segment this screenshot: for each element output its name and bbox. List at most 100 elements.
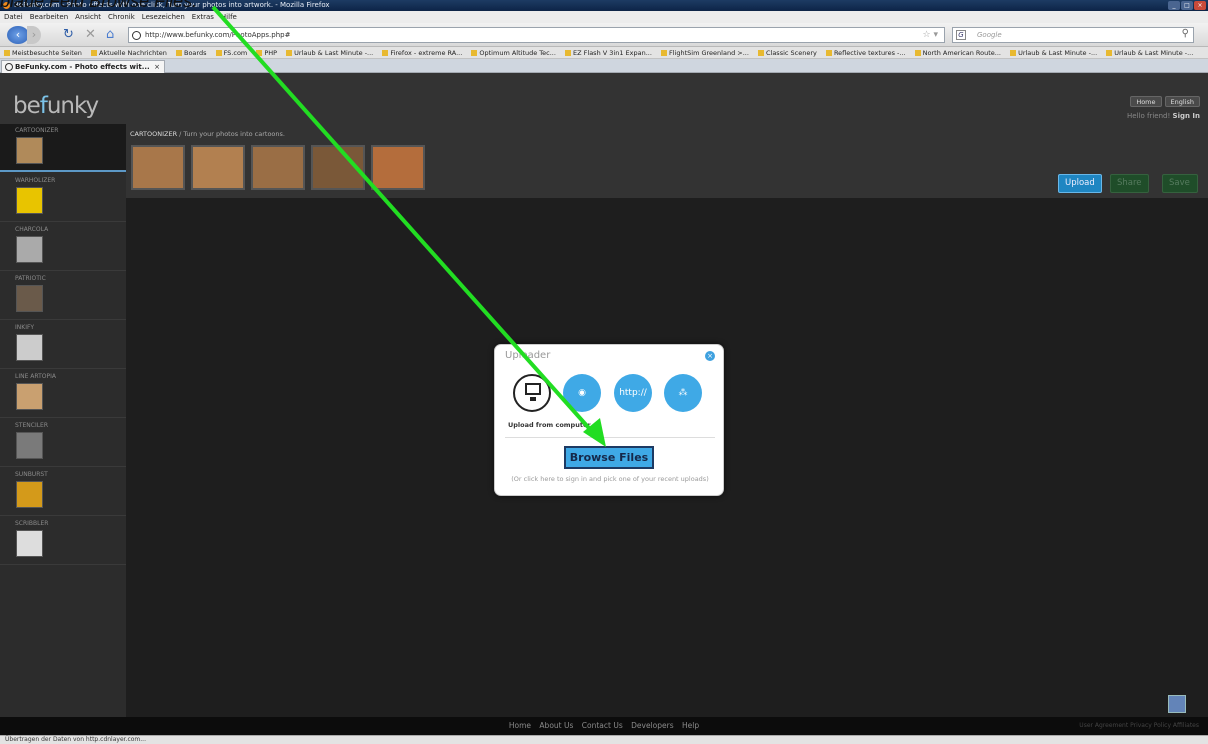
bookmark-item[interactable]: Optimum Altitude Tec... bbox=[471, 49, 556, 57]
url-bar[interactable]: http://www.befunky.com/PhotoApps.php# ☆ … bbox=[128, 27, 945, 43]
search-input[interactable]: G Google ⚲ bbox=[952, 27, 1194, 43]
menu-hilfe[interactable]: Hilfe bbox=[221, 11, 237, 23]
bookmark-item[interactable]: Aktuelle Nachrichten bbox=[90, 49, 167, 57]
bookmark-item[interactable]: Classic Scenery bbox=[757, 49, 817, 57]
menu-bearbeiten[interactable]: Bearbeiten bbox=[30, 11, 68, 23]
upload-from-computer-button[interactable] bbox=[513, 374, 551, 412]
sign-in-link[interactable]: Sign In bbox=[1173, 112, 1200, 120]
uploader-dialog: Uploader × ◉ http:// ⁂ Upload from compu… bbox=[494, 344, 724, 496]
menu-ansicht[interactable]: Ansicht bbox=[75, 11, 101, 23]
computer-icon bbox=[525, 383, 541, 401]
tab-close-icon[interactable]: × bbox=[154, 61, 160, 73]
dog-thumbnail bbox=[16, 530, 43, 557]
menu-lesezeichen[interactable]: Lesezeichen bbox=[142, 11, 185, 23]
bookmark-item[interactable]: EZ Flash V 3in1 Expan... bbox=[565, 49, 652, 57]
preset-thumbnail[interactable] bbox=[191, 145, 245, 190]
effect-stenciler[interactable]: STENCILER bbox=[0, 419, 126, 467]
webcam-button[interactable]: ◉ bbox=[563, 374, 601, 412]
bookmark-item[interactable]: Meistbesuchte Seiten bbox=[4, 49, 82, 57]
preset-thumbnail[interactable] bbox=[131, 145, 185, 190]
language-select[interactable]: English bbox=[1164, 96, 1200, 107]
forward-button[interactable]: › bbox=[27, 26, 41, 44]
menu-chronik[interactable]: Chronik bbox=[108, 11, 135, 23]
sign-in-hint-link[interactable]: (Or click here to sign in and pick one o… bbox=[495, 475, 725, 483]
header-controls: Home English bbox=[1130, 96, 1200, 107]
close-icon[interactable]: × bbox=[1194, 1, 1206, 10]
minimize-icon[interactable]: _ bbox=[1168, 1, 1180, 10]
effect-patriotic[interactable]: PATRIOTIC bbox=[0, 272, 126, 320]
effect-sunburst[interactable]: SUNBURST bbox=[0, 468, 126, 516]
webcam-icon: ◉ bbox=[578, 388, 586, 398]
bookmark-item[interactable]: Firefox - extreme RA... bbox=[382, 49, 462, 57]
search-icon[interactable]: ⚲ bbox=[1182, 27, 1189, 41]
bookmark-item[interactable]: FS.com bbox=[215, 49, 247, 57]
preset-thumbnail[interactable] bbox=[251, 145, 305, 190]
bookmark-item[interactable]: PHP bbox=[256, 49, 277, 57]
upload-button[interactable]: Upload bbox=[1058, 174, 1102, 193]
feedback-icon[interactable] bbox=[1168, 695, 1186, 713]
dog-thumbnail bbox=[16, 432, 43, 459]
home-button[interactable]: Home bbox=[1130, 96, 1162, 107]
search-placeholder: Google bbox=[977, 31, 1002, 39]
greeting: Hello friend! Sign In bbox=[1127, 112, 1200, 120]
back-button[interactable]: ‹ bbox=[7, 26, 29, 44]
dog-thumbnail bbox=[16, 285, 43, 312]
effect-presets-row: CARTOONIZER / Turn your photos into cart… bbox=[126, 124, 1208, 198]
effect-line-artopia[interactable]: LINE ARTOPIA bbox=[0, 370, 126, 418]
stop-icon[interactable]: ✕ bbox=[85, 27, 96, 43]
dog-thumbnail bbox=[16, 334, 43, 361]
menu-extras[interactable]: Extras bbox=[192, 11, 214, 23]
reload-icon[interactable]: ↻ bbox=[63, 27, 74, 43]
network-icon: ⁂ bbox=[678, 388, 688, 398]
menu-datei[interactable]: Datei bbox=[4, 11, 23, 23]
footer-legal-links[interactable]: User Agreement Privacy Policy Affiliates bbox=[1079, 717, 1199, 735]
share-button[interactable]: Share bbox=[1110, 174, 1149, 193]
footer-developers-link[interactable]: Developers bbox=[631, 721, 673, 730]
effect-label: CHARCOLA bbox=[15, 226, 49, 233]
bookmark-star-icon[interactable]: ☆ ▾ bbox=[923, 28, 938, 42]
dog-thumbnail bbox=[16, 236, 43, 263]
close-icon[interactable]: × bbox=[705, 351, 715, 361]
effects-sidebar: CARTOONIZER WARHOLIZER CHARCOLA PATRIOTI… bbox=[0, 124, 126, 717]
url-text: http://www.befunky.com/PhotoApps.php# bbox=[145, 31, 291, 39]
footer-contact-link[interactable]: Contact Us bbox=[582, 721, 623, 730]
bookmark-item[interactable]: North American Route... bbox=[914, 49, 1001, 57]
tab-befunky[interactable]: BeFunky.com - Photo effects wit... × bbox=[1, 60, 165, 73]
effect-warholizer[interactable]: WARHOLIZER bbox=[0, 174, 126, 222]
preset-thumbnail[interactable] bbox=[371, 145, 425, 190]
befunky-logo[interactable]: befunky bbox=[13, 93, 99, 119]
bookmark-item[interactable]: Urlaub & Last Minute -... bbox=[286, 49, 373, 57]
social-upload-button[interactable]: ⁂ bbox=[664, 374, 702, 412]
home-icon[interactable]: ⌂ bbox=[106, 27, 114, 43]
url-upload-button[interactable]: http:// bbox=[614, 374, 652, 412]
footer-help-link[interactable]: Help bbox=[682, 721, 699, 730]
effect-scribbler[interactable]: SCRIBBLER bbox=[0, 517, 126, 565]
bookmark-item[interactable]: Urlaub & Last Minute -... bbox=[1106, 49, 1193, 57]
footer-home-link[interactable]: Home bbox=[509, 721, 531, 730]
preset-thumbnail[interactable] bbox=[311, 145, 365, 190]
tab-strip: BeFunky.com - Photo effects wit... × bbox=[0, 59, 1208, 73]
effect-label: WARHOLIZER bbox=[15, 177, 56, 184]
maximize-icon[interactable]: □ bbox=[1181, 1, 1193, 10]
menu-bar: Datei Bearbeiten Ansicht Chronik Lesezei… bbox=[0, 11, 1208, 23]
bookmark-item[interactable]: Reflective textures -... bbox=[825, 49, 906, 57]
hello-text: Hello friend! bbox=[1127, 112, 1171, 120]
bookmark-item[interactable]: Urlaub & Last Minute -... bbox=[1010, 49, 1097, 57]
save-button[interactable]: Save bbox=[1162, 174, 1198, 193]
dog-thumbnail bbox=[16, 137, 43, 164]
site-favicon bbox=[132, 31, 141, 40]
effect-cartoonizer[interactable]: CARTOONIZER bbox=[0, 124, 126, 172]
browse-files-button[interactable]: Browse Files bbox=[564, 446, 654, 469]
navigation-toolbar: ‹ › ↻ ✕ ⌂ http://www.befunky.com/PhotoAp… bbox=[0, 23, 1208, 47]
footer-about-link[interactable]: About Us bbox=[539, 721, 573, 730]
bookmark-item[interactable]: Boards bbox=[175, 49, 206, 57]
bookmark-item[interactable]: FlightSim Greenland >... bbox=[661, 49, 749, 57]
google-icon[interactable]: G bbox=[956, 30, 966, 40]
effect-charcola[interactable]: CHARCOLA bbox=[0, 223, 126, 271]
tab-label: BeFunky.com - Photo effects wit... bbox=[15, 63, 150, 71]
effect-inkify[interactable]: INKIFY bbox=[0, 321, 126, 369]
status-text: Übertragen der Daten von http.cdnlayer.c… bbox=[5, 736, 146, 743]
window-controls: _ □ × bbox=[1168, 1, 1206, 10]
site-header: befunky Home English Hello friend! Sign … bbox=[0, 73, 1208, 124]
effect-label: STENCILER bbox=[15, 422, 49, 429]
